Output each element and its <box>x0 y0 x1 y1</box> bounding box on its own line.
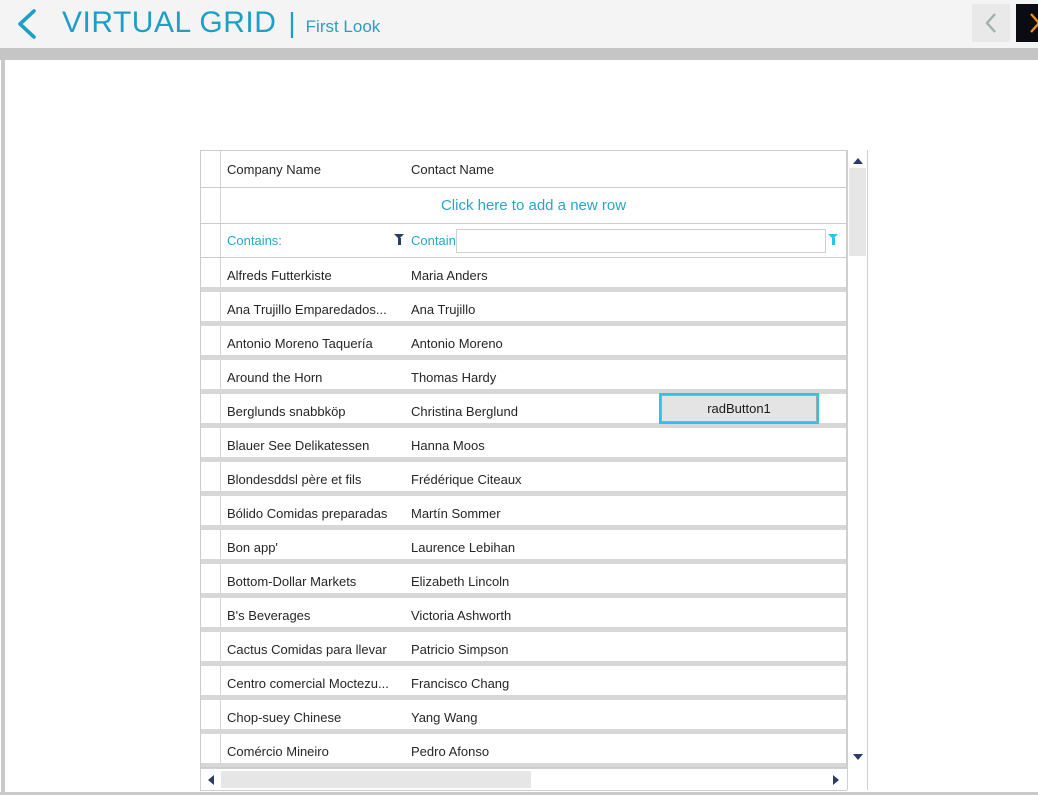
chevron-left-icon <box>983 12 999 34</box>
row-header-cell[interactable] <box>201 428 221 457</box>
row-header-cell[interactable] <box>201 564 221 593</box>
table-row[interactable]: Comércio Mineiro Pedro Afonso <box>201 734 846 768</box>
company-cell[interactable]: Blauer See Delikatessen <box>221 438 405 453</box>
row-header-cell[interactable] <box>201 462 221 491</box>
header-divider-band <box>0 48 1038 60</box>
contact-filter-input[interactable] <box>456 229 826 253</box>
company-cell[interactable]: B's Beverages <box>221 608 405 623</box>
add-new-row[interactable]: Click here to add a new row <box>201 188 846 224</box>
previous-example-button[interactable] <box>972 4 1010 42</box>
row-header-cell <box>201 224 221 257</box>
row-header-cell[interactable] <box>201 292 221 321</box>
chevron-right-icon <box>1027 12 1038 34</box>
contact-cell[interactable]: Ana Trujillo <box>405 302 846 317</box>
row-header-cell[interactable] <box>201 632 221 661</box>
contact-cell[interactable]: Patricio Simpson <box>405 642 846 657</box>
company-cell[interactable]: Blondesddsl père et fils <box>221 472 405 487</box>
rad-button-label: radButton1 <box>661 395 817 422</box>
column-header-company[interactable]: Company Name <box>221 162 405 177</box>
panel-bottom-border <box>0 792 1038 795</box>
company-cell[interactable]: Chop-suey Chinese <box>221 710 405 725</box>
row-header-cell[interactable] <box>201 530 221 559</box>
table-row[interactable]: Antonio Moreno Taquería Antonio Moreno <box>201 326 846 360</box>
row-header-cell[interactable] <box>201 326 221 355</box>
table-row[interactable]: Alfreds Futterkiste Maria Anders <box>201 258 846 292</box>
company-cell[interactable]: Bon app' <box>221 540 405 555</box>
row-header-cell[interactable] <box>201 598 221 627</box>
contact-cell[interactable]: Maria Anders <box>405 268 846 283</box>
title-divider: | <box>288 0 295 46</box>
filter-funnel-icon[interactable] <box>394 234 405 245</box>
page-title: VIRTUAL GRID <box>62 0 276 46</box>
back-icon[interactable] <box>13 8 41 40</box>
row-header-cell[interactable] <box>201 700 221 729</box>
company-cell[interactable]: Berglunds snabbköp <box>221 404 405 419</box>
table-row[interactable]: Around the Horn Thomas Hardy <box>201 360 846 394</box>
company-cell[interactable]: Bólido Comidas preparadas <box>221 506 405 521</box>
filter-row: Contains: Contains: <box>201 224 846 258</box>
next-example-button[interactable] <box>1016 4 1038 42</box>
horizontal-scrollbar[interactable] <box>200 768 847 791</box>
table-row[interactable]: Ana Trujillo Emparedados... Ana Trujillo <box>201 292 846 326</box>
row-header-cell[interactable] <box>201 734 221 763</box>
table-row[interactable]: Bólido Comidas preparadas Martín Sommer <box>201 496 846 530</box>
header-bar: VIRTUAL GRID | First Look <box>0 0 1038 48</box>
contact-cell[interactable]: Antonio Moreno <box>405 336 846 351</box>
table-row[interactable]: B's Beverages Victoria Ashworth <box>201 598 846 632</box>
company-cell[interactable]: Alfreds Futterkiste <box>221 268 405 283</box>
contact-cell[interactable]: Elizabeth Lincoln <box>405 574 846 589</box>
company-cell[interactable]: Antonio Moreno Taquería <box>221 336 405 351</box>
company-cell[interactable]: Centro comercial Moctezu... <box>221 676 405 691</box>
contact-cell[interactable]: Hanna Moos <box>405 438 846 453</box>
column-header-contact[interactable]: Contact Name <box>405 162 846 177</box>
contact-cell[interactable]: Victoria Ashworth <box>405 608 846 623</box>
table-row[interactable]: Bon app' Laurence Lebihan <box>201 530 846 564</box>
table-row[interactable]: Blauer See Delikatessen Hanna Moos <box>201 428 846 462</box>
table-row[interactable]: Bottom-Dollar Markets Elizabeth Lincoln <box>201 564 846 598</box>
company-cell[interactable]: Cactus Comidas para llevar <box>221 642 405 657</box>
company-cell[interactable]: Comércio Mineiro <box>221 744 405 759</box>
table-row[interactable]: Centro comercial Moctezu... Francisco Ch… <box>201 666 846 700</box>
contact-cell[interactable]: Frédérique Citeaux <box>405 472 846 487</box>
contact-cell[interactable]: Francisco Chang <box>405 676 846 691</box>
contact-cell[interactable]: Thomas Hardy <box>405 370 846 385</box>
row-header-cell[interactable] <box>201 496 221 525</box>
vertical-scrollbar[interactable] <box>847 150 868 790</box>
filter-funnel-active-icon[interactable] <box>828 234 839 245</box>
rad-button[interactable]: radButton1 <box>659 393 819 424</box>
contact-cell[interactable]: Martín Sommer <box>405 506 846 521</box>
scroll-up-icon[interactable] <box>853 158 863 164</box>
table-row[interactable]: Cactus Comidas para llevar Patricio Simp… <box>201 632 846 666</box>
table-row[interactable]: Blondesddsl père et fils Frédérique Cite… <box>201 462 846 496</box>
virtual-grid: Company Name Contact Name Click here to … <box>200 150 847 768</box>
row-header-cell[interactable] <box>201 666 221 695</box>
horizontal-scrollbar-thumb[interactable] <box>221 771 531 788</box>
company-cell[interactable]: Bottom-Dollar Markets <box>221 574 405 589</box>
title-group: VIRTUAL GRID | First Look <box>62 0 380 48</box>
row-header-cell[interactable] <box>201 394 221 423</box>
table-row[interactable]: Chop-suey Chinese Yang Wang <box>201 700 846 734</box>
company-cell[interactable]: Around the Horn <box>221 370 405 385</box>
contact-cell[interactable]: Yang Wang <box>405 710 846 725</box>
row-header-cell[interactable] <box>201 258 221 287</box>
row-header-cell <box>201 188 221 223</box>
row-header-cell[interactable] <box>201 360 221 389</box>
contact-cell[interactable]: Laurence Lebihan <box>405 540 846 555</box>
column-header-row: Company Name Contact Name <box>201 151 846 188</box>
grid-rows: Alfreds Futterkiste Maria Anders Ana Tru… <box>201 258 846 768</box>
panel-left-border <box>1 60 5 793</box>
company-cell[interactable]: Ana Trujillo Emparedados... <box>221 302 405 317</box>
row-header-cell[interactable] <box>201 151 221 187</box>
vertical-scrollbar-thumb[interactable] <box>849 168 866 256</box>
contact-cell[interactable]: Pedro Afonso <box>405 744 846 759</box>
scroll-right-icon[interactable] <box>833 775 839 785</box>
page-subtitle: First Look <box>306 17 381 37</box>
scroll-left-icon[interactable] <box>208 775 214 785</box>
company-filter-operator[interactable]: Contains: <box>227 233 282 248</box>
scroll-down-icon[interactable] <box>853 754 863 760</box>
add-new-row-label[interactable]: Click here to add a new row <box>221 197 846 214</box>
